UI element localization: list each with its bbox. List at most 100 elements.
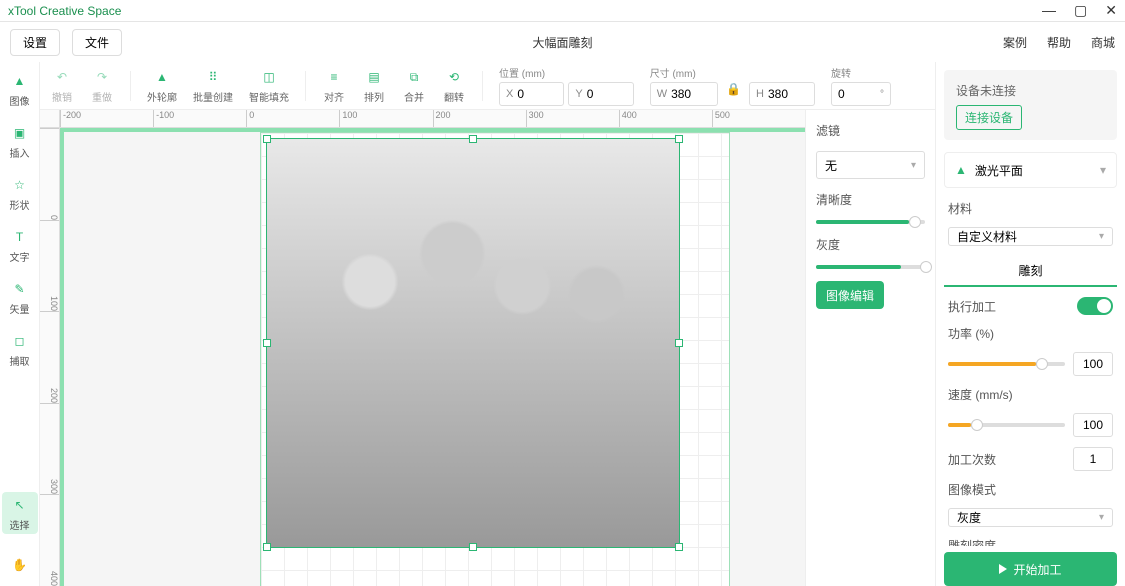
sidebar-item-text[interactable]: T文字: [2, 224, 38, 266]
start-process-button[interactable]: 开始加工: [944, 552, 1117, 586]
resize-handle-bm[interactable]: [469, 543, 477, 551]
laser-plane-icon: ▲: [955, 163, 967, 177]
position-x-input[interactable]: X: [499, 82, 564, 106]
sidebar-item-image[interactable]: ▲图像: [2, 68, 38, 110]
speed-label: 速度 (mm/s): [948, 386, 1113, 403]
passes-label: 加工次数: [948, 451, 996, 468]
chevron-down-icon: ▾: [911, 160, 916, 171]
batch-button[interactable]: ⠿批量创建: [193, 67, 233, 104]
combine-button[interactable]: ⧉合并: [402, 67, 426, 104]
image-edit-button[interactable]: 图像编辑: [816, 281, 884, 309]
sidebar-item-shape[interactable]: ☆形状: [2, 172, 38, 214]
filter-label: 滤镜: [816, 122, 925, 139]
resize-handle-mr[interactable]: [675, 339, 683, 347]
chevron-down-icon: ▾: [1099, 512, 1104, 523]
resize-handle-tl[interactable]: [263, 135, 271, 143]
connect-device-button[interactable]: 连接设备: [956, 105, 1022, 130]
passes-value[interactable]: 1: [1073, 447, 1113, 471]
rotation-input[interactable]: °: [831, 82, 891, 106]
resize-handle-bl[interactable]: [263, 543, 271, 551]
chevron-down-icon: ▾: [1100, 163, 1106, 177]
project-mode-title: 大幅面雕刻: [532, 34, 592, 51]
app-title: xTool Creative Space: [8, 4, 121, 18]
vector-icon: ✎: [10, 279, 30, 299]
speed-value[interactable]: 100: [1073, 413, 1113, 437]
grayscale-slider[interactable]: [816, 265, 925, 269]
window-maximize-icon[interactable]: ▢: [1074, 2, 1087, 19]
flip-button[interactable]: ⟲翻转: [442, 67, 466, 104]
sidebar-item-capture[interactable]: ◻捕取: [2, 328, 38, 370]
tab-engrave[interactable]: 雕刻: [944, 256, 1117, 287]
align-button[interactable]: ≡对齐: [322, 67, 346, 104]
device-status-box: 设备未连接 连接设备: [944, 70, 1117, 140]
nav-cases[interactable]: 案例: [1003, 34, 1027, 51]
sidebar-item-insert[interactable]: ▣插入: [2, 120, 38, 162]
canvas[interactable]: -200-1000100200300400500 0100200300400: [40, 110, 805, 586]
batch-icon: ⠿: [201, 67, 225, 87]
position-y-input[interactable]: Y: [568, 82, 633, 106]
material-label: 材料: [948, 200, 1113, 217]
flip-icon: ⟲: [442, 67, 466, 87]
smartfill-button[interactable]: ◫智能填充: [249, 67, 289, 104]
arrange-button[interactable]: ▤排列: [362, 67, 386, 104]
text-icon: T: [10, 227, 30, 247]
settings-button[interactable]: 设置: [10, 29, 60, 56]
resize-handle-ml[interactable]: [263, 339, 271, 347]
resize-handle-br[interactable]: [675, 543, 683, 551]
outline-icon: ▲: [150, 67, 174, 87]
size-w-input[interactable]: W: [650, 82, 718, 106]
power-slider[interactable]: [948, 362, 1065, 366]
process-toggle[interactable]: [1077, 297, 1113, 315]
device-status-text: 设备未连接: [956, 82, 1105, 99]
image-icon: ▲: [10, 71, 30, 91]
insert-icon: ▣: [10, 123, 30, 143]
ruler-vertical: 0100200300400: [40, 128, 60, 586]
align-icon: ≡: [322, 67, 346, 87]
power-label: 功率 (%): [948, 325, 1113, 342]
size-h-input[interactable]: H: [749, 82, 815, 106]
image-mode-label: 图像模式: [948, 481, 1113, 498]
ruler-horizontal: -200-1000100200300400500: [60, 110, 805, 128]
process-label: 执行加工: [948, 298, 996, 315]
material-select[interactable]: 自定义材料▾: [948, 227, 1113, 246]
nav-help[interactable]: 帮助: [1047, 34, 1071, 51]
lock-aspect-icon[interactable]: 🔒: [722, 82, 745, 106]
sidebar-item-pan[interactable]: ✋: [2, 544, 38, 586]
undo-button[interactable]: ↶撤销: [50, 67, 74, 104]
power-value[interactable]: 100: [1073, 352, 1113, 376]
outline-button[interactable]: ▲外轮廓: [147, 67, 177, 104]
rotation-label: 旋转: [831, 65, 891, 80]
resize-handle-tr[interactable]: [675, 135, 683, 143]
shape-icon: ☆: [10, 175, 30, 195]
speed-slider[interactable]: [948, 423, 1065, 427]
capture-icon: ◻: [10, 331, 30, 351]
size-label: 尺寸 (mm): [650, 65, 815, 80]
selected-image[interactable]: [266, 138, 680, 548]
resize-handle-tm[interactable]: [469, 135, 477, 143]
cursor-icon: ↖: [10, 495, 30, 515]
nav-shop[interactable]: 商城: [1091, 34, 1115, 51]
window-minimize-icon[interactable]: —: [1042, 2, 1056, 19]
combine-icon: ⧉: [402, 67, 426, 87]
grayscale-label: 灰度: [816, 236, 925, 253]
file-button[interactable]: 文件: [72, 29, 122, 56]
hand-icon: ✋: [10, 555, 30, 575]
sharpness-label: 清晰度: [816, 191, 925, 208]
chevron-down-icon: ▾: [1099, 231, 1104, 242]
image-content: [267, 139, 679, 547]
filter-select[interactable]: 无▾: [816, 151, 925, 179]
sharpness-slider[interactable]: [816, 220, 925, 224]
redo-icon: ↷: [90, 67, 114, 87]
redo-button[interactable]: ↷重做: [90, 67, 114, 104]
arrange-icon: ▤: [362, 67, 386, 87]
density-label: 雕刻密度: [948, 537, 1113, 546]
ruler-corner: [40, 110, 60, 128]
laser-mode-select[interactable]: ▲ 激光平面 ▾: [944, 152, 1117, 188]
sidebar-item-vector[interactable]: ✎矢量: [2, 276, 38, 318]
smartfill-icon: ◫: [257, 67, 281, 87]
image-mode-select[interactable]: 灰度▾: [948, 508, 1113, 527]
window-close-icon[interactable]: ✕: [1105, 2, 1117, 19]
play-icon: [999, 564, 1007, 574]
sidebar-item-select[interactable]: ↖选择: [2, 492, 38, 534]
position-label: 位置 (mm): [499, 65, 634, 80]
